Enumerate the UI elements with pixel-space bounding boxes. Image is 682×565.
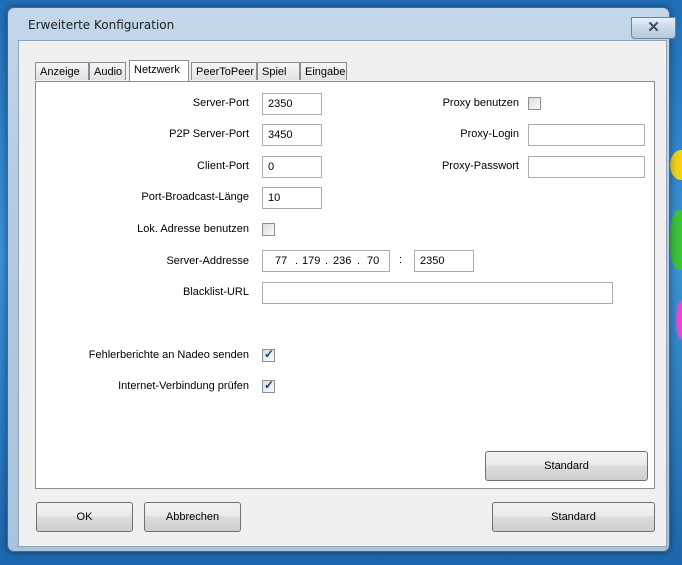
server-port-input[interactable] (262, 93, 322, 115)
ip-dot: . (325, 255, 329, 267)
use-local-address-label: Lok. Adresse benutzen (137, 223, 249, 235)
ip-octet-3: 236 (333, 255, 352, 267)
default-button[interactable]: Standard (492, 502, 655, 532)
check-internet-checkbox[interactable]: ✓ (262, 378, 275, 393)
close-button[interactable]: ✕ (631, 17, 676, 39)
p2p-server-port-label: P2P Server-Port (169, 128, 249, 140)
window-title: Erweiterte Konfiguration (28, 18, 175, 32)
desktop-decoration (676, 300, 682, 340)
server-port-label: Server-Port (192, 97, 249, 109)
send-error-reports-checkbox[interactable]: ✓ (262, 347, 275, 362)
proxy-login-input[interactable] (528, 124, 645, 146)
ip-octet-4: 70 (367, 255, 380, 267)
server-address-label: Server-Addresse (166, 255, 249, 267)
ip-dot: . (357, 255, 361, 267)
send-error-reports-label: Fehlerberichte an Nadeo senden (88, 349, 249, 361)
proxy-password-input[interactable] (528, 156, 645, 178)
client-port-label: Client-Port (197, 160, 249, 172)
panel-default-button[interactable]: Standard (485, 451, 648, 481)
cancel-button[interactable]: Abbrechen (144, 502, 241, 532)
tab-eingabe[interactable]: Eingabe (300, 62, 347, 80)
use-proxy-label: Proxy benutzen (442, 97, 519, 109)
checkmark-icon: ✓ (264, 347, 275, 361)
use-proxy-checkbox[interactable] (528, 97, 541, 110)
ip-dot: . (295, 255, 299, 267)
proxy-password-label: Proxy-Passwort (441, 160, 519, 172)
check-internet-label: Internet-Verbindung prüfen (118, 380, 249, 392)
tab-peertopeer[interactable]: PeerToPeer (191, 62, 257, 80)
port-separator: : (399, 254, 403, 266)
client-port-input[interactable] (262, 156, 322, 178)
desktop-decoration (670, 150, 682, 180)
tab-netzwerk[interactable]: Netzwerk (129, 60, 189, 81)
tab-anzeige[interactable]: Anzeige (35, 62, 89, 80)
ok-button[interactable]: OK (36, 502, 133, 532)
port-broadcast-length-input[interactable] (262, 187, 322, 209)
ip-octet-1: 77 (275, 255, 288, 267)
server-ip-input[interactable]: 77 . 179 . 236 . 70 (262, 250, 390, 272)
tab-audio[interactable]: Audio (89, 62, 126, 80)
checkmark-icon: ✓ (264, 378, 275, 392)
server-address-port-input[interactable] (414, 250, 474, 272)
use-local-address-checkbox[interactable] (262, 223, 275, 236)
tab-spiel[interactable]: Spiel (257, 62, 300, 80)
blacklist-url-input[interactable] (262, 282, 613, 304)
port-broadcast-length-label: Port-Broadcast-Länge (141, 191, 249, 203)
ip-octet-2: 179 (302, 255, 321, 267)
blacklist-url-label: Blacklist-URL (182, 286, 249, 298)
desktop-decoration (670, 210, 682, 270)
proxy-login-label: Proxy-Login (460, 128, 519, 140)
p2p-server-port-input[interactable] (262, 124, 322, 146)
close-icon: ✕ (647, 19, 660, 36)
